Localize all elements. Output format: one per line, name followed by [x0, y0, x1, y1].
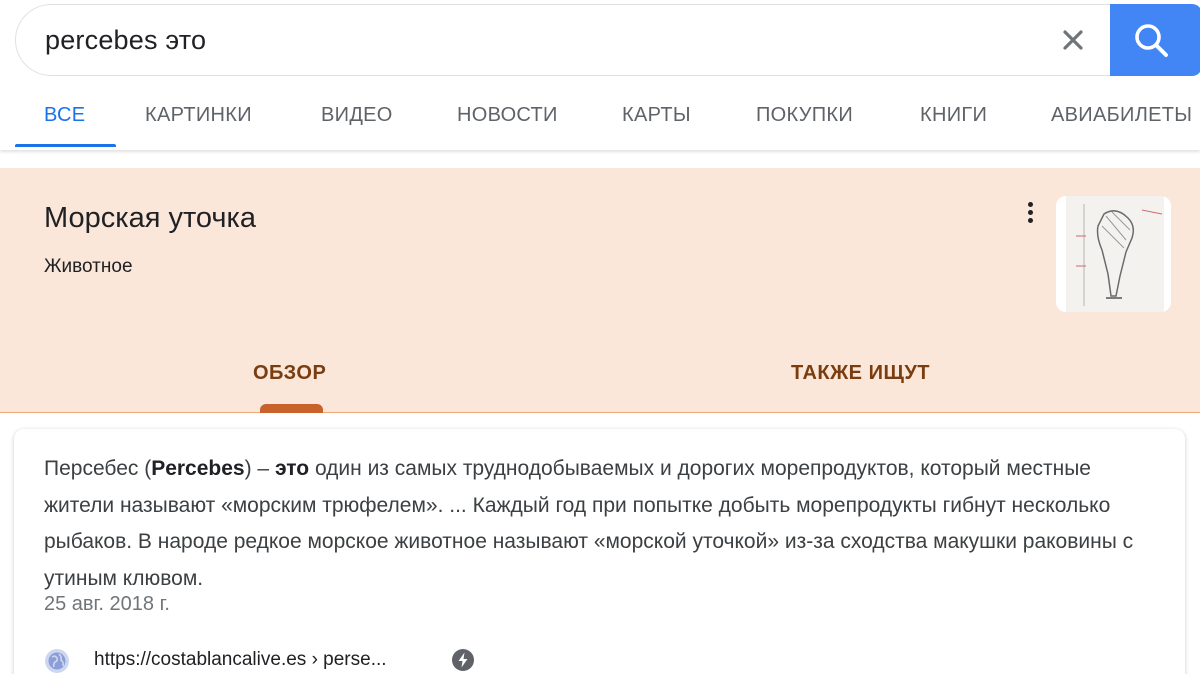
tab-news[interactable]: НОВОСТИ	[457, 104, 558, 127]
more-vert-icon[interactable]	[1020, 202, 1040, 232]
featured-snippet-card: Персебес (Percebes) – это один из самых …	[14, 429, 1185, 674]
search-input[interactable]: percebes это	[15, 4, 1115, 76]
snippet-text: Персебес (Percebes) – это один из самых …	[44, 457, 1134, 590]
search-button[interactable]	[1110, 4, 1200, 76]
snippet-bold-keyword: это	[274, 457, 310, 480]
tab-images[interactable]: КАРТИНКИ	[145, 104, 252, 127]
panel-subtitle: Животное	[44, 256, 133, 277]
snippet-bold-term: Percebes	[151, 457, 245, 480]
tab-maps[interactable]: КАРТЫ	[622, 104, 691, 127]
snippet-date: 25 авг. 2018 г.	[44, 593, 170, 615]
close-icon[interactable]	[1056, 23, 1090, 57]
tab-all[interactable]: ВСЕ	[44, 104, 85, 127]
barnacle-sketch-image	[1066, 196, 1164, 312]
knowledge-panel: Морская уточка Животное ОБЗОР ТАКЖЕ ИЩУТ	[0, 168, 1200, 413]
panel-thumbnail[interactable]	[1056, 196, 1171, 312]
amp-lightning-icon	[452, 649, 474, 671]
tab-shopping[interactable]: ПОКУПКИ	[756, 104, 853, 127]
tab-video[interactable]: ВИДЕО	[321, 104, 393, 127]
tab-flights[interactable]: АВИАБИЛЕТЫ	[1051, 104, 1192, 127]
search-icon	[1135, 24, 1168, 57]
result-url[interactable]: https://costablancalive.es › perse...	[94, 649, 387, 671]
panel-tab-people-also-search[interactable]: ТАКЖЕ ИЩУТ	[791, 362, 930, 385]
search-tabs: ВСЕ КАРТИНКИ ВИДЕО НОВОСТИ КАРТЫ ПОКУПКИ…	[0, 92, 1200, 150]
panel-tab-overview[interactable]: ОБЗОР	[253, 362, 326, 385]
panel-title[interactable]: Морская уточка	[44, 202, 256, 235]
tab-books[interactable]: КНИГИ	[920, 104, 987, 127]
search-bar: percebes это	[15, 4, 1200, 76]
globe-icon	[45, 649, 69, 673]
panel-active-tab-indicator	[260, 404, 323, 413]
active-tab-indicator	[15, 144, 116, 147]
search-query-text[interactable]: percebes это	[45, 25, 206, 56]
